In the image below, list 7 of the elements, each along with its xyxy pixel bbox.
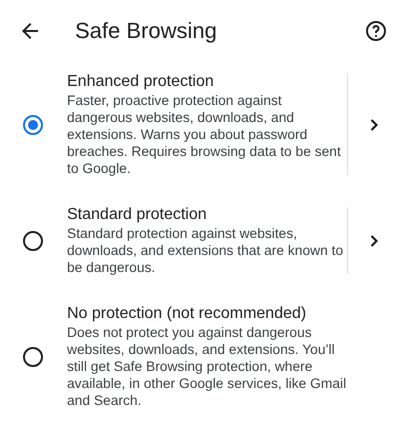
option-title: Enhanced protection	[67, 72, 215, 92]
option-title: No protection (not recommended)	[67, 304, 308, 324]
option-description: Standard protection against websites, downloads, and extensions that are known to be dangerous.	[67, 225, 344, 276]
option-description: Faster, proactive protection against dangerous websites, downloads, and extensions. Warns you about password breaches. Requires browsing data to be sent to Google.	[67, 92, 342, 177]
option-title: Standard protection	[67, 205, 208, 225]
page-title: Safe Browsing	[75, 18, 218, 44]
option-description: Does not protect you against dangerous websites, downloads, and extensions. You’ll still get Safe Browsing protection, where available, in other Google services, like Gmail and Search.	[67, 324, 347, 409]
